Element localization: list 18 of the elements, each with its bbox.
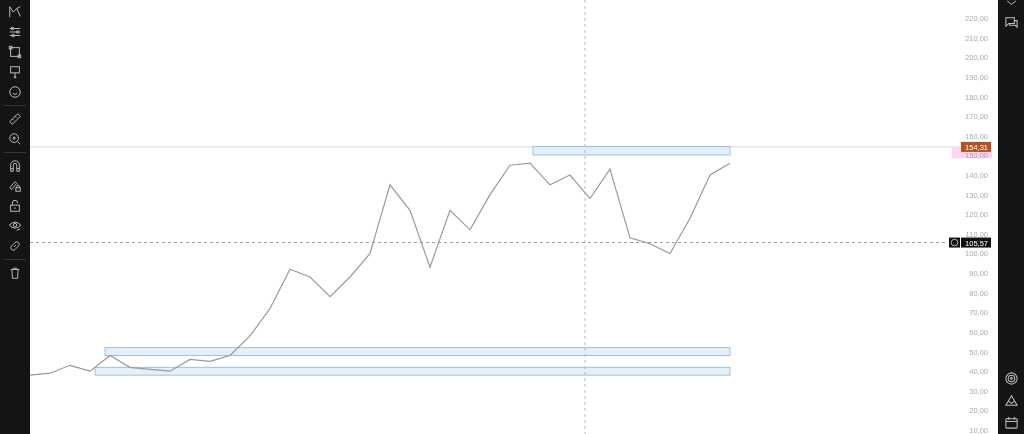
eye-icon[interactable] bbox=[8, 219, 22, 233]
unlock-icon[interactable] bbox=[8, 199, 22, 213]
zoom-in-icon[interactable] bbox=[8, 132, 22, 146]
ruler-icon[interactable] bbox=[8, 112, 22, 126]
trash-icon[interactable] bbox=[8, 266, 22, 280]
calendar-icon[interactable] bbox=[1003, 415, 1019, 430]
pencil-lock-icon[interactable] bbox=[8, 179, 22, 193]
sliders-icon[interactable] bbox=[8, 25, 22, 39]
magnet-icon[interactable] bbox=[8, 159, 22, 173]
signpost-icon[interactable] bbox=[8, 65, 22, 79]
rectangle-tool-icon[interactable] bbox=[8, 45, 22, 59]
link-icon[interactable] bbox=[8, 239, 22, 253]
pattern-tool-icon[interactable] bbox=[8, 5, 22, 19]
crosshair-add-icon[interactable] bbox=[949, 237, 960, 248]
smiley-icon[interactable] bbox=[8, 85, 22, 99]
target-icon[interactable] bbox=[1003, 371, 1019, 386]
chat-icon[interactable] bbox=[1003, 15, 1019, 30]
mountain-icon[interactable] bbox=[1003, 393, 1019, 408]
